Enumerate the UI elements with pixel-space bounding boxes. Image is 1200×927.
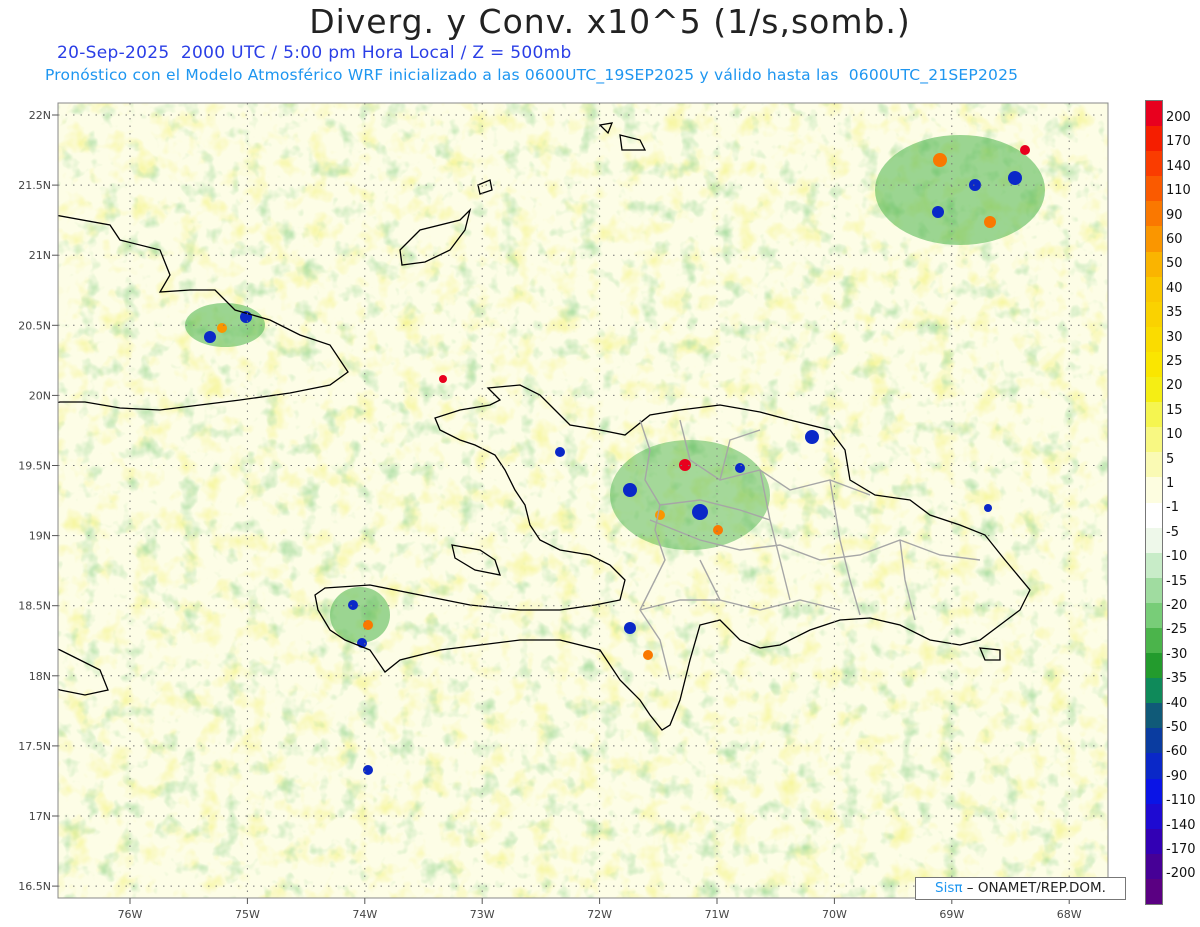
colorbar-swatch — [1146, 678, 1162, 704]
colorbar-swatch — [1146, 201, 1162, 227]
colorbar-swatch — [1146, 552, 1162, 578]
colorbar-swatch — [1146, 502, 1162, 528]
colorbar-label: 110 — [1166, 183, 1191, 199]
colorbar-swatch — [1146, 101, 1162, 127]
longitude-label: 74W — [352, 908, 377, 921]
colorbar-swatch — [1146, 703, 1162, 729]
colorbar-label: -140 — [1166, 817, 1196, 833]
colorbar-swatch — [1146, 577, 1162, 603]
colorbar-label: -50 — [1166, 720, 1188, 735]
colorbar-swatch — [1146, 301, 1162, 327]
colorbar-swatch — [1146, 377, 1162, 403]
colorbar-label: 30 — [1166, 329, 1183, 345]
longitude-label: 68W — [1057, 908, 1082, 921]
colorbar-swatch — [1146, 653, 1162, 679]
longitude-label: 76W — [118, 908, 143, 921]
colorbar-label: 5 — [1166, 451, 1175, 467]
latitude-label: 20.5N — [18, 319, 51, 332]
longitude-label: 73W — [470, 908, 495, 921]
colorbar-swatch — [1146, 602, 1162, 628]
colorbar-swatch — [1146, 803, 1162, 829]
divergence-field — [58, 103, 1108, 898]
colorbar — [1145, 100, 1163, 905]
colorbar-label: -40 — [1166, 695, 1188, 711]
map-figure: 22N 21.5N 21N 20.5N 20N 19.5N 19N 18.5N 18N 17.5N… — [18, 102, 1109, 921]
colorbar-swatch — [1146, 627, 1162, 654]
colorbar-label: 200 — [1166, 110, 1191, 125]
colorbar-label: 50 — [1166, 256, 1183, 272]
colorbar-swatch — [1146, 452, 1162, 478]
colorbar-label: -35 — [1166, 671, 1188, 687]
colorbar-swatch — [1146, 126, 1162, 152]
colorbar-swatch — [1146, 753, 1162, 779]
colorbar-label: -170 — [1166, 842, 1196, 857]
colorbar-label: 40 — [1166, 280, 1183, 296]
latitude-label: 17N — [29, 810, 51, 823]
colorbar-label: -15 — [1166, 573, 1188, 589]
colorbar-label: 20 — [1166, 378, 1183, 394]
latitude-label: 22N — [29, 109, 51, 122]
latitude-label: 20N — [29, 389, 51, 402]
colorbar-label: 1 — [1166, 476, 1175, 491]
latitude-label: 18.5N — [18, 600, 51, 613]
colorbar-label: -10 — [1166, 549, 1188, 565]
colorbar-swatch — [1146, 828, 1162, 854]
latitude-label: 18N — [29, 670, 51, 683]
colorbar-label: -25 — [1166, 622, 1188, 638]
colorbar-swatch — [1146, 427, 1162, 453]
colorbar-label: 90 — [1166, 207, 1183, 223]
colorbar-label: -200 — [1166, 866, 1196, 882]
longitude-label: 70W — [822, 908, 847, 921]
colorbar-label: 15 — [1166, 402, 1183, 418]
longitude-label: 69W — [939, 908, 964, 921]
colorbar-label: 25 — [1166, 354, 1183, 369]
colorbar-label: -90 — [1166, 768, 1188, 784]
colorbar-label: 140 — [1166, 158, 1191, 174]
credit-brand: Sisπ — [935, 880, 963, 896]
colorbar-label: 10 — [1166, 427, 1183, 443]
latitude-label: 21N — [29, 249, 51, 262]
colorbar-label: -5 — [1166, 524, 1179, 540]
colorbar-label: -20 — [1166, 598, 1188, 613]
colorbar-label: -110 — [1166, 793, 1196, 809]
colorbar-swatch — [1146, 276, 1162, 302]
colorbar-label: -1 — [1166, 500, 1179, 516]
colorbar-swatch — [1146, 251, 1162, 277]
colorbar-swatch — [1146, 176, 1162, 202]
colorbar-swatch — [1146, 477, 1162, 503]
longitude-label: 75W — [235, 908, 260, 921]
credit-box: Sisπ – ONAMET/REP.DOM. — [915, 877, 1126, 900]
colorbar-swatch — [1146, 326, 1162, 352]
latitude-label: 17.5N — [18, 740, 51, 753]
latitude-label: 16.5N — [18, 880, 51, 893]
colorbar-label: 35 — [1166, 305, 1183, 321]
longitude-labels: 76W 75W 74W 73W 72W 71W 70W 69W 68W — [118, 908, 1082, 921]
colorbar-label: 170 — [1166, 134, 1191, 150]
convection-cluster-ne — [875, 135, 1045, 245]
longitude-label: 71W — [705, 908, 730, 921]
colorbar-swatch — [1146, 226, 1162, 252]
colorbar-swatch — [1146, 878, 1162, 904]
colorbar-label: 60 — [1166, 232, 1183, 247]
latitude-labels: 22N 21.5N 21N 20.5N 20N 19.5N 19N 18.5N 18N 17.5N… — [18, 109, 51, 893]
colorbar-swatch — [1146, 728, 1162, 754]
latitude-label: 19N — [29, 530, 51, 543]
colorbar-label: -60 — [1166, 744, 1188, 760]
colorbar-swatch — [1146, 402, 1162, 428]
latitude-label: 21.5N — [18, 179, 51, 192]
credit-org: – ONAMET/REP.DOM. — [962, 880, 1106, 896]
colorbar-swatch — [1146, 527, 1162, 553]
colorbar-swatch — [1146, 778, 1162, 804]
colorbar-label: -30 — [1166, 646, 1188, 662]
latitude-label: 19.5N — [18, 460, 51, 473]
colorbar-swatch — [1146, 151, 1162, 177]
colorbar-swatch — [1146, 853, 1162, 879]
longitude-label: 72W — [587, 908, 612, 921]
colorbar-swatch — [1146, 351, 1162, 378]
